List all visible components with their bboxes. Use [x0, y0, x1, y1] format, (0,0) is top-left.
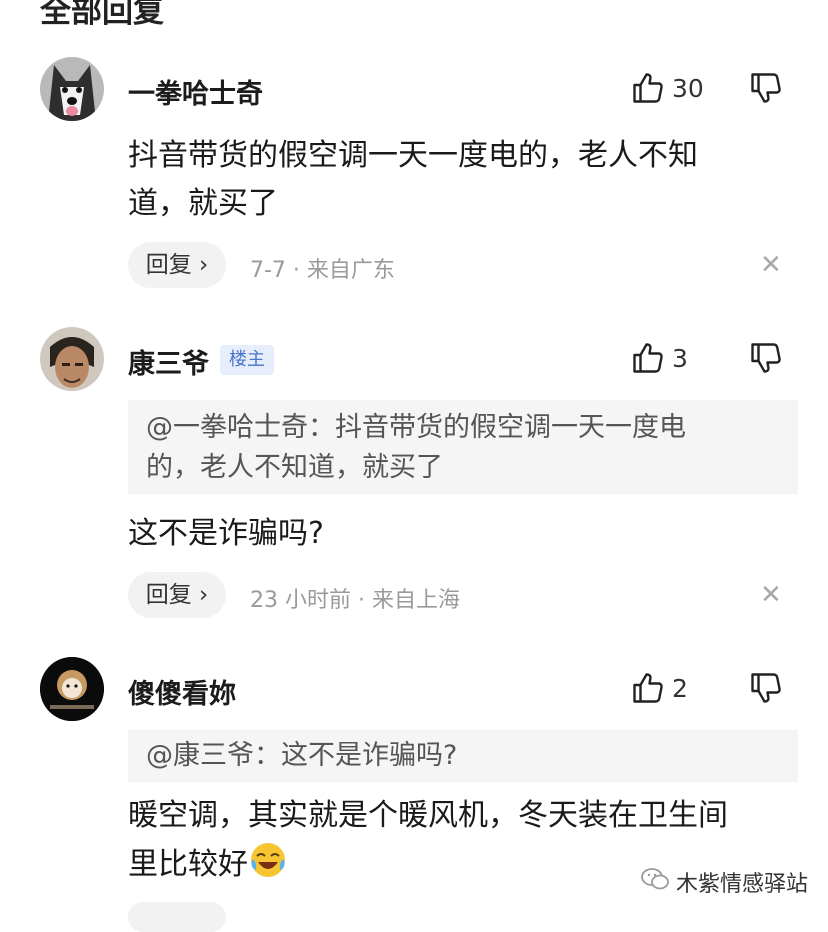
close-icon[interactable]: ✕ [760, 580, 782, 610]
avatar[interactable] [40, 657, 104, 721]
comment-text: 这不是诈骗吗? [128, 516, 324, 551]
username[interactable]: 傻傻看妳 [128, 672, 236, 711]
watermark: 木紫情感驿站 [640, 866, 808, 898]
reply-button[interactable]: 回复 › [128, 572, 226, 618]
quoted-comment: @康三爷：这不是诈骗吗? [128, 730, 798, 782]
watermark-text: 木紫情感驿站 [676, 872, 809, 897]
laughing-tears-emoji-icon [248, 840, 288, 880]
comment-meta: 23 小时前 · 来自上海 [250, 588, 460, 613]
wechat-icon [640, 866, 670, 898]
thumbs-down-icon[interactable] [748, 70, 788, 110]
reply-button[interactable]: 回复 › [128, 242, 226, 288]
thumbs-up-icon[interactable] [630, 670, 670, 710]
like-count: 2 [672, 674, 688, 703]
section-title: 全部回复 [40, 0, 164, 30]
like-count: 3 [672, 344, 688, 373]
comment-text: 抖音带货的假空调一天一度电的，老人不知 道，就买了 [128, 138, 698, 221]
quoted-comment: @一拳哈士奇：抖音带货的假空调一天一度电 的，老人不知道，就买了 [128, 400, 798, 494]
op-badge: 楼主 [220, 345, 274, 375]
thumbs-up-icon[interactable] [630, 70, 670, 110]
avatar[interactable] [40, 57, 104, 121]
reply-button-partial[interactable] [128, 902, 226, 932]
username[interactable]: 一拳哈士奇 [128, 72, 263, 111]
comment-meta: 7-7 · 来自广东 [250, 258, 395, 283]
username[interactable]: 康三爷 [128, 342, 209, 381]
avatar[interactable] [40, 327, 104, 391]
thumbs-down-icon[interactable] [748, 340, 788, 380]
like-count: 30 [672, 74, 704, 103]
close-icon[interactable]: ✕ [760, 250, 782, 280]
thumbs-down-icon[interactable] [748, 670, 788, 710]
thumbs-up-icon[interactable] [630, 340, 670, 380]
